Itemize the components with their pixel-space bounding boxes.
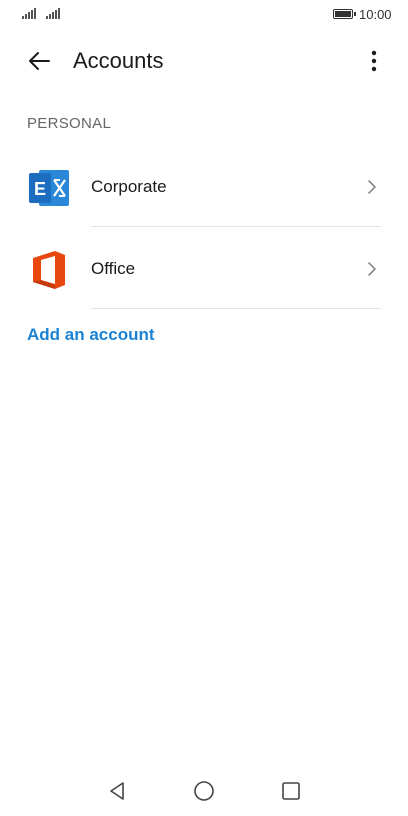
chevron-right-icon <box>368 262 376 276</box>
office-icon <box>33 251 65 289</box>
nav-back-icon[interactable] <box>106 780 128 802</box>
account-item-office[interactable]: Office <box>0 228 408 308</box>
account-item-corporate[interactable]: E Corporate <box>0 146 408 226</box>
account-label: Corporate <box>91 177 167 196</box>
account-label: Office <box>91 259 136 278</box>
navigation-bar <box>0 760 408 816</box>
more-vertical-icon <box>371 50 377 72</box>
divider <box>91 308 381 309</box>
app-bar: Accounts <box>0 36 408 84</box>
divider <box>91 226 381 227</box>
nav-home-icon[interactable] <box>193 780 215 802</box>
chevron-right-icon <box>368 180 376 194</box>
back-button[interactable] <box>24 46 54 76</box>
signal-icon <box>46 8 60 19</box>
arrow-left-icon <box>29 52 50 70</box>
section-header-personal: PERSONAL <box>27 115 112 132</box>
nav-recent-icon[interactable] <box>280 780 302 802</box>
battery-icon <box>333 9 356 19</box>
signal-icon <box>22 8 36 19</box>
svg-text:E: E <box>34 179 46 199</box>
exchange-icon: E <box>29 170 69 206</box>
page-title: Accounts <box>73 48 164 73</box>
status-time: 10:00 <box>359 7 392 22</box>
status-bar: 10:00 <box>0 0 408 28</box>
add-account-link[interactable]: Add an account <box>27 325 155 345</box>
more-options-button[interactable] <box>362 46 386 76</box>
